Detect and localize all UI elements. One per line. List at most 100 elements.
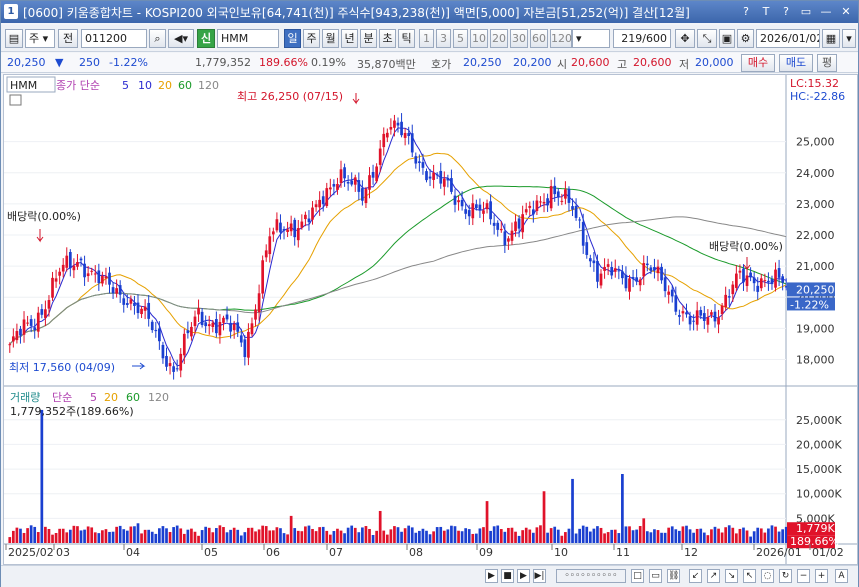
search-icon[interactable]: ⌕	[149, 29, 166, 48]
candle-body	[407, 132, 411, 137]
candle-body	[122, 298, 126, 305]
volume-bar	[710, 529, 713, 543]
period-button-6[interactable]: 틱	[398, 29, 415, 48]
zoom-slider[interactable]: ◦◦◦◦◦◦◦◦◦◦	[556, 569, 626, 583]
minute-button-120[interactable]: 120	[550, 29, 572, 48]
period-button-0[interactable]: 일	[284, 29, 301, 48]
calendar-icon[interactable]: ▦	[822, 29, 840, 48]
period-button-2[interactable]: 월	[322, 29, 339, 48]
period-button-3[interactable]: 년	[341, 29, 358, 48]
x-axis-label: 05	[204, 546, 218, 559]
low-price: 20,000	[695, 56, 734, 69]
window-number-badge[interactable]: 1	[4, 4, 18, 19]
arrow-down-right-icon[interactable]: ↘	[725, 569, 738, 583]
candle-body	[585, 242, 589, 255]
date-field[interactable]: 2026/01/02	[756, 29, 820, 48]
close-icon[interactable]: ✕	[838, 4, 854, 20]
volume-bar	[638, 526, 642, 543]
link-icon[interactable]: ?	[738, 4, 754, 20]
volume-bar	[482, 527, 485, 543]
candlestick-chart[interactable]: 18,00019,00020,00021,00022,00023,00024,0…	[4, 75, 857, 564]
grid-toggle-icon[interactable]	[9, 94, 22, 106]
minute-button-60[interactable]: 60	[530, 29, 548, 48]
candle-body	[215, 319, 218, 334]
text-size-icon[interactable]: A	[835, 569, 848, 583]
zoom-in-icon[interactable]: +	[815, 569, 828, 583]
search-zoom-icon[interactable]: ◌	[761, 569, 774, 583]
restore-icon[interactable]: ▭	[798, 4, 814, 20]
x-axis-label: 2026/01	[756, 546, 802, 559]
minute-button-30[interactable]: 30	[510, 29, 528, 48]
legend-ma120: 120	[198, 79, 219, 92]
volume-bar	[457, 530, 460, 543]
more-icon[interactable]: ▾	[842, 29, 856, 48]
scroll-icon[interactable]: ✥	[675, 29, 695, 48]
sell-button[interactable]: 매도	[779, 54, 813, 72]
minute-button-20[interactable]: 20	[490, 29, 508, 48]
minute-button-1[interactable]: 1	[419, 29, 434, 48]
period-button-4[interactable]: 분	[360, 29, 377, 48]
arrow-down-left-icon[interactable]: ↙	[689, 569, 702, 583]
minute-button-3[interactable]: 3	[436, 29, 451, 48]
scroll-right-icon[interactable]: ▶	[485, 569, 498, 583]
volume-bar	[264, 526, 268, 543]
volume-bar	[524, 527, 528, 543]
stock-name-field[interactable]: HMM	[217, 29, 279, 48]
candle-body	[656, 266, 660, 274]
chart-area[interactable]: 18,00019,00020,00021,00022,00023,00024,0…	[3, 74, 858, 565]
prev-button[interactable]: 전	[58, 29, 78, 48]
low-annotation: 최저 17,560 (04/09)	[9, 361, 115, 374]
candle-body	[22, 319, 26, 335]
data-count-field[interactable]: 219/600	[613, 29, 671, 48]
volume-bar	[325, 530, 329, 543]
volume-bar	[332, 531, 336, 543]
minute-custom-select[interactable]: ▾	[572, 29, 610, 48]
volume-icon[interactable]: ◀▾	[168, 29, 194, 48]
credit-badge[interactable]: 신	[197, 29, 215, 48]
candle-body	[90, 270, 94, 272]
zoom-fit-icon[interactable]: ▭	[649, 569, 662, 583]
x-axis-label: 12	[684, 546, 698, 559]
candle-body	[492, 222, 496, 226]
volume-bar	[642, 518, 646, 543]
candle-body	[51, 277, 54, 298]
candle-body	[731, 284, 735, 295]
save-icon[interactable]: ▣	[719, 29, 735, 48]
arrow-up-right-icon[interactable]: ↗	[707, 569, 720, 583]
link-chain-icon[interactable]: ⛓	[667, 569, 680, 583]
candle-body	[343, 167, 346, 179]
play-icon[interactable]: ▶	[517, 569, 530, 583]
candle-body	[649, 267, 653, 271]
price-tick-label: 18,000	[796, 353, 835, 366]
arrow-up-left-icon[interactable]: ↖	[743, 569, 756, 583]
reset-icon[interactable]: ↻	[779, 569, 792, 583]
chart-menu-icon[interactable]: ▤	[5, 29, 23, 48]
volume-bar	[489, 530, 492, 543]
text-icon[interactable]: T	[758, 4, 774, 20]
help-icon[interactable]: ?	[778, 4, 794, 20]
volume-bar	[186, 529, 190, 543]
volume-bar	[724, 527, 728, 543]
volume-bar	[621, 474, 624, 543]
evaluate-button[interactable]: 평	[817, 54, 837, 72]
volume-bar	[510, 527, 514, 543]
minute-button-5[interactable]: 5	[453, 29, 468, 48]
period-button-5[interactable]: 초	[379, 29, 396, 48]
settings-icon[interactable]: ⚙	[737, 29, 754, 48]
candle-body	[165, 355, 168, 367]
candle-body	[692, 320, 695, 322]
buy-button[interactable]: 매수	[741, 54, 775, 72]
last-icon[interactable]: ▶|	[533, 569, 546, 583]
period-button-1[interactable]: 주	[303, 29, 320, 48]
minimize-icon[interactable]: —	[818, 4, 834, 20]
minute-button-10[interactable]: 10	[470, 29, 488, 48]
chart-type-icon[interactable]: □	[631, 569, 644, 583]
period-select[interactable]: 주 ▾	[25, 29, 55, 48]
volume-bar	[702, 532, 706, 543]
volume-bar	[357, 532, 361, 543]
code-input[interactable]: 011200	[81, 29, 147, 48]
stop-icon[interactable]: ■	[501, 569, 514, 583]
drawing-icon[interactable]: ⤡	[697, 29, 717, 48]
candle-body	[186, 330, 190, 334]
zoom-out-icon[interactable]: −	[797, 569, 810, 583]
